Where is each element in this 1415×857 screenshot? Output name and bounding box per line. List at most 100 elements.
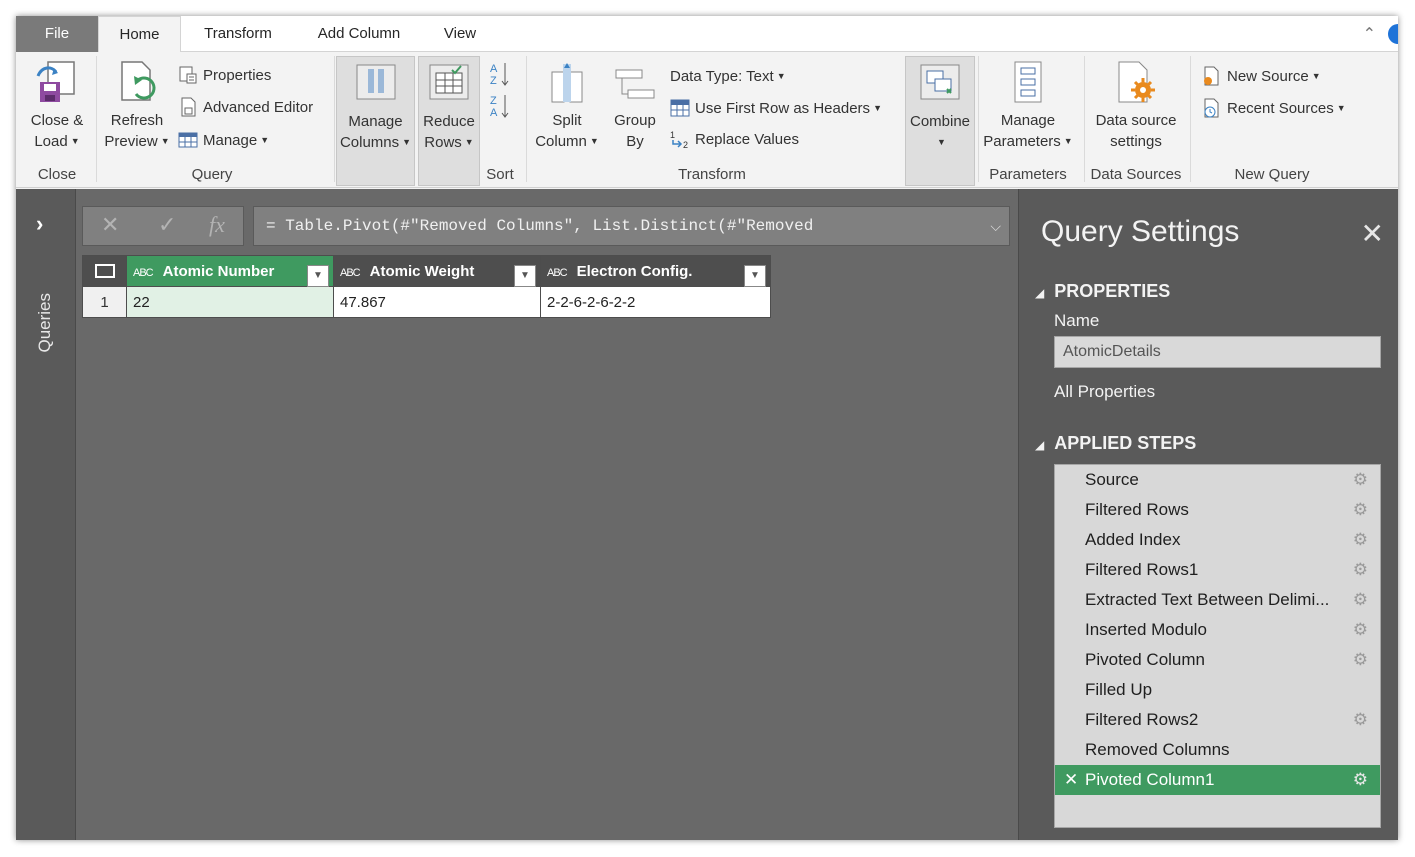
applied-step[interactable]: Filtered Rows ⚙	[1055, 495, 1380, 525]
first-row-headers-icon	[670, 99, 690, 117]
svg-text:A: A	[490, 63, 498, 75]
cancel-formula-icon[interactable]: ✕	[101, 212, 119, 238]
group-by-button[interactable]: Group By	[608, 56, 662, 152]
applied-step-label: Extracted Text Between Delimi...	[1085, 590, 1330, 609]
applied-step-label: Pivoted Column	[1085, 650, 1206, 669]
query-name-input[interactable]	[1054, 336, 1381, 368]
power-query-window: File Home Transform Add Column View ⌃ Cl…	[16, 16, 1398, 840]
recent-sources-icon	[1204, 98, 1219, 118]
svg-text:1: 1	[670, 130, 675, 140]
step-settings-gear-icon[interactable]: ⚙	[1353, 525, 1368, 555]
sort-descending-button[interactable]: ZA	[490, 92, 512, 120]
applied-step[interactable]: Added Index ⚙	[1055, 525, 1380, 555]
delete-step-icon[interactable]: ✕	[1064, 765, 1078, 795]
manage-button[interactable]: Manage ▼	[178, 128, 269, 152]
table-cell[interactable]: 22	[126, 286, 334, 318]
step-settings-gear-icon[interactable]: ⚙	[1353, 555, 1368, 585]
group-label-parameters: Parameters	[989, 166, 1067, 183]
advanced-editor-button[interactable]: Advanced Editor	[178, 96, 313, 120]
applied-step[interactable]: Extracted Text Between Delimi... ⚙	[1055, 585, 1380, 615]
replace-values-button[interactable]: 1 2 Replace Values	[670, 128, 799, 152]
manage-parameters-button[interactable]: Manage Parameters ▼	[981, 56, 1075, 152]
tab-transform[interactable]: Transform	[188, 16, 288, 52]
step-settings-gear-icon[interactable]: ⚙	[1353, 765, 1368, 795]
fx-icon[interactable]: fx	[209, 212, 225, 238]
step-settings-gear-icon[interactable]: ⚙	[1353, 705, 1368, 735]
svg-text:2: 2	[683, 140, 688, 149]
query-settings-pane: Query Settings ✕ ◢PROPERTIES Name All Pr…	[1018, 189, 1398, 840]
column-header-electron-config[interactable]: ABC Electron Config. ▼	[540, 255, 771, 287]
step-settings-gear-icon[interactable]: ⚙	[1353, 495, 1368, 525]
column-header-atomic-number[interactable]: ABC Atomic Number ▼	[126, 255, 334, 287]
tab-view[interactable]: View	[430, 16, 490, 52]
data-source-settings-button[interactable]: Data source settings	[1086, 56, 1186, 152]
refresh-label-2: Preview	[104, 133, 158, 150]
close-and-load-label-2: Load	[34, 133, 68, 150]
table-cell[interactable]: 2-2-6-2-6-2-2	[540, 286, 771, 318]
svg-text:Z: Z	[490, 75, 497, 87]
applied-step[interactable]: Pivoted Column ⚙	[1055, 645, 1380, 675]
data-preview-grid: ABC Atomic Number ▼ ABC Atomic Weight ▼ ABC E…	[82, 255, 771, 318]
applied-step-label: Filled Up	[1085, 680, 1153, 699]
collapse-ribbon-icon[interactable]: ⌃	[1363, 24, 1376, 44]
table-row: 1 22 47.867 2-2-6-2-6-2-2	[82, 286, 771, 318]
filter-dropdown-icon[interactable]: ▼	[514, 264, 536, 287]
tab-add-column[interactable]: Add Column	[302, 16, 416, 52]
text-type-icon[interactable]: ABC	[133, 267, 154, 279]
row-number[interactable]: 1	[82, 286, 127, 318]
combine-button[interactable]: Combine ▼	[905, 56, 975, 186]
new-source-button[interactable]: New Source ▼	[1202, 64, 1321, 88]
manage-parameters-icon	[1014, 61, 1042, 103]
expand-formula-icon[interactable]: ⌵	[990, 207, 1001, 245]
step-settings-gear-icon[interactable]: ⚙	[1353, 465, 1368, 495]
accept-formula-icon[interactable]: ✓	[158, 212, 176, 238]
text-type-icon[interactable]: ABC	[547, 267, 568, 279]
filter-dropdown-icon[interactable]: ▼	[744, 264, 766, 287]
applied-step[interactable]: Filled Up	[1055, 675, 1380, 705]
manage-columns-button[interactable]: Manage Columns ▼	[336, 56, 415, 186]
properties-button[interactable]: Properties	[178, 64, 271, 88]
group-label-transform: Transform	[678, 166, 746, 183]
filter-dropdown-icon[interactable]: ▼	[307, 264, 329, 287]
refresh-preview-button[interactable]: Refresh Preview ▼	[102, 56, 172, 152]
reduce-rows-button[interactable]: Reduce Rows ▼	[418, 56, 480, 186]
table-corner-menu[interactable]	[82, 255, 127, 287]
tab-file[interactable]: File	[16, 16, 98, 52]
applied-step-label: Removed Columns	[1085, 740, 1230, 759]
home-ribbon: Close & Load ▼ Close Refresh Preview ▼ Pro…	[16, 52, 1398, 188]
applied-step[interactable]: ✕ Pivoted Column1 ⚙	[1055, 765, 1380, 795]
user-avatar-icon[interactable]	[1388, 24, 1398, 44]
svg-text:A: A	[490, 107, 498, 119]
formula-bar-buttons: ✕ ✓ fx	[82, 206, 244, 246]
applied-step[interactable]: Filtered Rows1 ⚙	[1055, 555, 1380, 585]
applied-step[interactable]: Inserted Modulo ⚙	[1055, 615, 1380, 645]
text-type-icon[interactable]: ABC	[340, 267, 361, 279]
table-cell[interactable]: 47.867	[333, 286, 541, 318]
all-properties-link[interactable]: All Properties	[1054, 382, 1155, 402]
column-header-atomic-weight[interactable]: ABC Atomic Weight ▼	[333, 255, 541, 287]
expand-queries-icon[interactable]: ›	[36, 211, 43, 237]
close-and-load-icon	[36, 61, 75, 102]
formula-bar[interactable]: = Table.Pivot(#"Removed Columns", List.D…	[253, 206, 1010, 246]
step-settings-gear-icon[interactable]: ⚙	[1353, 645, 1368, 675]
group-by-icon	[615, 69, 655, 99]
tab-home[interactable]: Home	[98, 16, 181, 53]
applied-steps-section-header[interactable]: ◢ APPLIED STEPS	[1035, 433, 1196, 454]
use-first-row-headers-button[interactable]: Use First Row as Headers ▼	[670, 96, 882, 120]
applied-step[interactable]: Removed Columns	[1055, 735, 1380, 765]
applied-step-label: Source	[1085, 470, 1139, 489]
queries-pane[interactable]: › Queries	[16, 189, 76, 840]
step-settings-gear-icon[interactable]: ⚙	[1353, 615, 1368, 645]
step-settings-gear-icon[interactable]: ⚙	[1353, 585, 1368, 615]
close-and-load-button[interactable]: Close & Load ▼	[22, 56, 92, 152]
data-type-dropdown[interactable]: Data Type: Text ▼	[670, 64, 786, 88]
properties-section-header[interactable]: ◢ PROPERTIES	[1035, 281, 1170, 302]
close-icon[interactable]: ✕	[1361, 217, 1384, 250]
split-column-button[interactable]: Split Column ▼	[530, 56, 604, 152]
recent-sources-button[interactable]: Recent Sources ▼	[1202, 96, 1346, 120]
applied-step[interactable]: Source ⚙	[1055, 465, 1380, 495]
sort-ascending-icon: AZ	[490, 63, 509, 87]
sort-ascending-button[interactable]: AZ	[490, 60, 512, 88]
applied-step[interactable]: Filtered Rows2 ⚙	[1055, 705, 1380, 735]
refresh-label: Refresh	[110, 112, 164, 129]
